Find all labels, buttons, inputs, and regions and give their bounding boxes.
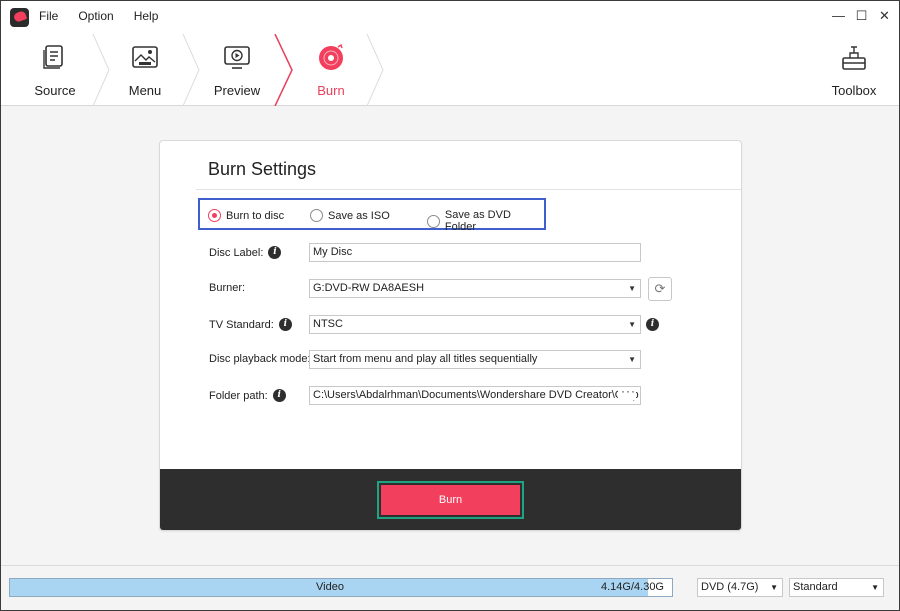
quality-value: Standard: [793, 581, 838, 593]
folder-path-value: C:\Users\Abdalrhman\Documents\Wondershar…: [313, 389, 639, 401]
app-window: File Option Help — ☐ ✕ Source Menu Previ…: [0, 0, 900, 611]
caret-down-icon: ▼: [628, 320, 636, 329]
info-icon[interactable]: i: [278, 318, 292, 331]
tv-standard-info-icon[interactable]: i: [646, 318, 659, 331]
document-icon: [43, 45, 63, 69]
capacity-bar: Video 4.14G/4.30G: [9, 578, 673, 597]
burn-button-highlight: Burn: [377, 481, 524, 519]
folder-path-label: Folder path:: [209, 389, 268, 402]
playback-mode-row: Disc playback mode:: [209, 353, 311, 365]
burn-button[interactable]: Burn: [381, 485, 520, 515]
toolbox-icon: [842, 46, 866, 70]
disc-type-value: DVD (4.7G): [701, 581, 759, 593]
menu-help[interactable]: Help: [124, 9, 169, 23]
app-logo-icon: [10, 8, 29, 27]
burner-dropdown[interactable]: G:DVD-RW DA8AESH ▼: [309, 279, 641, 298]
capacity-size: 4.14G/4.30G: [601, 581, 664, 593]
disc-icon: [319, 44, 343, 70]
tab-menu[interactable]: Menu: [105, 34, 185, 106]
radio-label: Save as ISO: [328, 209, 390, 222]
info-icon[interactable]: i: [268, 246, 282, 259]
disc-type-dropdown[interactable]: DVD (4.7G) ▼: [697, 578, 783, 597]
toolbox-label: Toolbox: [831, 83, 877, 98]
playback-mode-label: Disc playback mode:: [209, 353, 311, 365]
close-button[interactable]: ✕: [878, 9, 891, 22]
title-bar: File Option Help — ☐ ✕: [1, 1, 899, 34]
tv-standard-dropdown[interactable]: NTSC ▼: [309, 315, 641, 334]
folder-path-row: Folder path: i: [209, 389, 286, 402]
radio-save-as-iso[interactable]: Save as ISO: [310, 209, 390, 222]
step-separator: [366, 34, 384, 106]
toolbox-button[interactable]: Toolbox: [819, 34, 889, 106]
radio-button[interactable]: [310, 209, 323, 222]
radio-button[interactable]: [427, 214, 440, 228]
radio-burn-to-disc[interactable]: Burn to disc: [208, 209, 284, 222]
menu-file[interactable]: File: [29, 9, 68, 23]
refresh-icon: ⟳: [654, 281, 666, 296]
radio-button-checked[interactable]: [208, 209, 221, 222]
radio-save-as-dvd-folder[interactable]: Save as DVD Folder: [427, 209, 544, 233]
output-options-group: Burn to disc Save as ISO Save as DVD Fol…: [198, 198, 546, 233]
folder-path-input[interactable]: C:\Users\Abdalrhman\Documents\Wondershar…: [309, 386, 641, 405]
step-navigation: Source Menu Preview Burn Toolbox: [1, 34, 899, 106]
capacity-label: Video: [316, 581, 344, 593]
tab-preview[interactable]: Preview: [197, 34, 277, 106]
burner-value: G:DVD-RW DA8AESH: [313, 282, 425, 294]
disc-label-row: Disc Label: i: [209, 246, 282, 259]
radio-label: Burn to disc: [226, 209, 285, 222]
tab-burn[interactable]: Burn: [291, 34, 371, 106]
tab-source[interactable]: Source: [15, 34, 95, 106]
monitor-play-icon: [224, 46, 250, 69]
burner-label: Burner:: [209, 282, 246, 294]
caret-down-icon: ▼: [628, 284, 636, 293]
caret-down-icon: ▼: [770, 583, 778, 592]
tab-preview-label: Preview: [213, 83, 261, 98]
tv-standard-label: TV Standard:: [209, 318, 274, 331]
image-icon: [132, 46, 158, 68]
burner-row: Burner:: [209, 282, 245, 294]
tab-source-label: Source: [34, 83, 76, 98]
radio-label: Save as DVD Folder: [444, 209, 511, 233]
browse-folder-button[interactable]: ···: [618, 387, 636, 400]
disc-label-label: Disc Label:: [209, 246, 264, 259]
playback-mode-dropdown[interactable]: Start from menu and play all titles sequ…: [309, 350, 641, 369]
playback-mode-value: Start from menu and play all titles sequ…: [313, 353, 538, 365]
tab-menu-label: Menu: [128, 83, 162, 98]
window-controls: — ☐ ✕: [832, 9, 891, 22]
quality-dropdown[interactable]: Standard ▼: [789, 578, 884, 597]
caret-down-icon: ▼: [628, 355, 636, 364]
burn-bar: Burn: [160, 469, 741, 530]
menu-bar: File Option Help: [29, 9, 168, 23]
burn-settings-panel: Burn Settings Burn to disc Save as ISO S…: [159, 140, 742, 531]
tab-burn-label: Burn: [317, 83, 345, 98]
status-bar: Video 4.14G/4.30G DVD (4.7G) ▼ Standard …: [1, 565, 899, 610]
panel-title: Burn Settings: [208, 159, 317, 179]
tv-standard-row: TV Standard: i: [209, 318, 292, 331]
tv-standard-value: NTSC: [313, 318, 343, 330]
maximize-button[interactable]: ☐: [855, 9, 868, 22]
refresh-burner-button[interactable]: ⟳: [648, 277, 672, 301]
info-icon[interactable]: i: [272, 389, 286, 402]
divider: [196, 189, 741, 190]
caret-down-icon: ▼: [871, 583, 879, 592]
menu-option[interactable]: Option: [68, 9, 123, 23]
minimize-button[interactable]: —: [832, 9, 845, 22]
disc-label-input[interactable]: My Disc: [309, 243, 641, 262]
